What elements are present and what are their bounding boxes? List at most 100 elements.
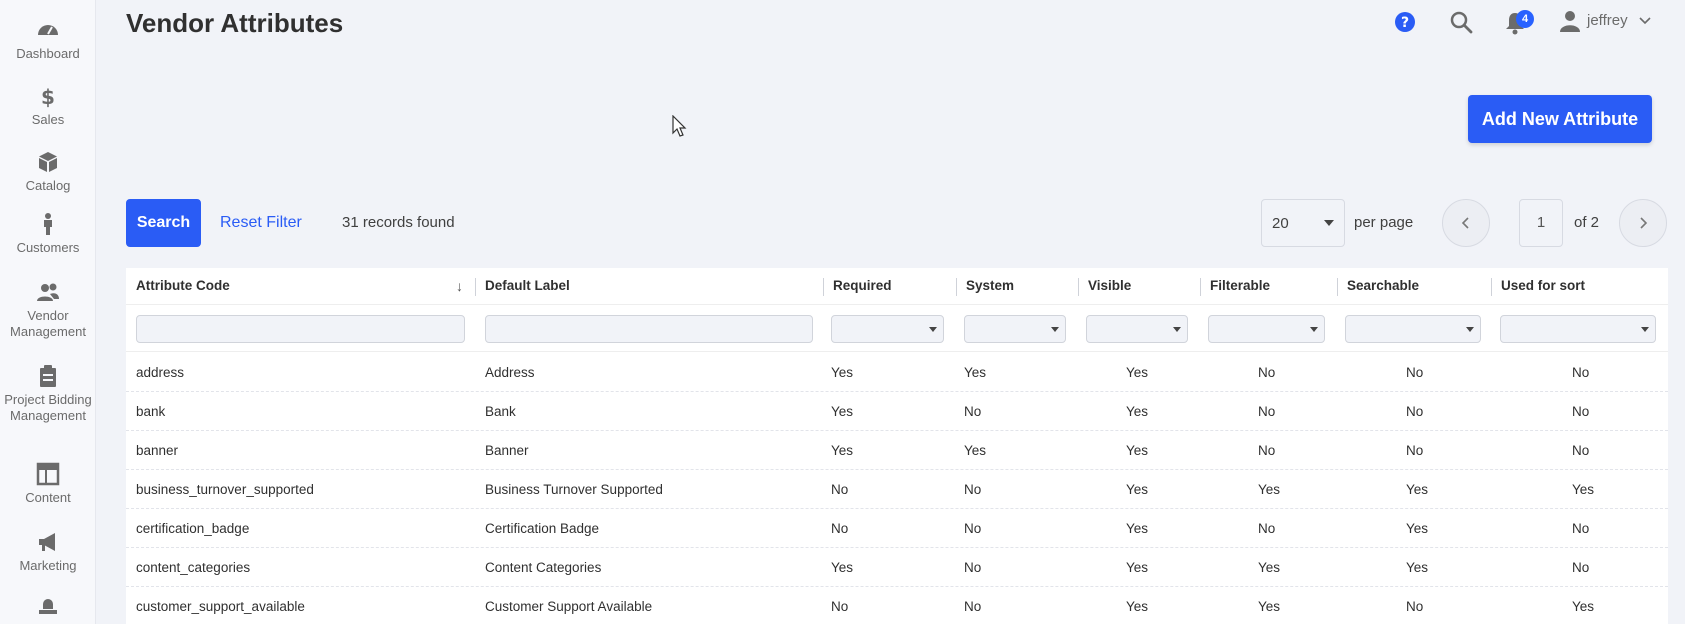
sidebar-item-label: Sales bbox=[31, 112, 65, 127]
cell-required: Yes bbox=[831, 560, 854, 575]
cell-searchable: No bbox=[1406, 365, 1424, 380]
mouse-cursor-icon bbox=[672, 115, 687, 137]
cell-required: No bbox=[831, 482, 849, 497]
filter-default-label-input[interactable] bbox=[485, 315, 813, 343]
column-header-system[interactable]: System bbox=[956, 268, 1014, 304]
table-row[interactable]: content_categories Content Categories Ye… bbox=[126, 548, 1668, 587]
search-button[interactable]: Search bbox=[126, 199, 201, 247]
clipboard-icon bbox=[40, 365, 56, 387]
cell-attribute-code: bank bbox=[136, 404, 166, 419]
table-row[interactable]: business_turnover_supported Business Tur… bbox=[126, 470, 1668, 509]
caret-down-icon bbox=[1051, 327, 1059, 332]
table-row[interactable]: customer_support_available Customer Supp… bbox=[126, 587, 1668, 624]
cell-required: Yes bbox=[831, 365, 854, 380]
table-row[interactable]: bank Bank Yes No Yes No No No bbox=[126, 392, 1668, 431]
cell-searchable: Yes bbox=[1406, 482, 1429, 497]
sidebar-item-content[interactable]: Content bbox=[0, 462, 96, 506]
column-header-filterable[interactable]: Filterable bbox=[1200, 268, 1270, 304]
cell-default-label: Content Categories bbox=[485, 560, 602, 575]
filter-attribute-code-input[interactable] bbox=[136, 315, 465, 343]
svg-text:$: $ bbox=[41, 85, 55, 108]
column-header-default-label[interactable]: Default Label bbox=[475, 268, 570, 304]
cell-attribute-code: banner bbox=[136, 443, 179, 458]
user-name[interactable]: jeffrey bbox=[1587, 12, 1628, 29]
search-icon[interactable] bbox=[1449, 10, 1473, 34]
page-title: Vendor Attributes bbox=[126, 8, 344, 38]
sidebar-item-catalog[interactable]: Catalog bbox=[0, 150, 96, 194]
per-page-select[interactable]: 20 bbox=[1261, 199, 1345, 247]
cell-default-label: Address bbox=[485, 365, 535, 380]
prev-page-button[interactable] bbox=[1442, 199, 1490, 247]
sidebar-item-project-bidding-management[interactable]: Project Bidding Management bbox=[0, 364, 96, 424]
cell-filterable: Yes bbox=[1258, 560, 1281, 575]
add-new-attribute-button[interactable]: Add New Attribute bbox=[1468, 95, 1652, 143]
sidebar: Dashboard $ Sales Catalog Customers Vend… bbox=[0, 0, 96, 624]
cell-default-label: Certification Badge bbox=[485, 521, 600, 536]
caret-down-icon bbox=[1310, 327, 1318, 332]
cell-system: No bbox=[964, 599, 982, 614]
table-row[interactable]: certification_badge Certification Badge … bbox=[126, 509, 1668, 548]
reset-filter-link[interactable]: Reset Filter bbox=[220, 214, 302, 232]
cell-visible: Yes bbox=[1126, 443, 1149, 458]
caret-down-icon bbox=[929, 327, 937, 332]
chevron-down-icon[interactable] bbox=[1638, 14, 1652, 28]
filter-filterable-select[interactable] bbox=[1208, 315, 1325, 343]
users-icon bbox=[37, 283, 59, 301]
cell-visible: Yes bbox=[1126, 404, 1149, 419]
cell-filterable: No bbox=[1258, 365, 1276, 380]
cell-system: No bbox=[964, 404, 982, 419]
cell-attribute-code: content_categories bbox=[136, 560, 251, 575]
filter-required-select[interactable] bbox=[831, 315, 944, 343]
cell-used-for-sort: Yes bbox=[1572, 482, 1595, 497]
column-header-visible[interactable]: Visible bbox=[1078, 268, 1131, 304]
dashboard-icon bbox=[38, 25, 58, 35]
cell-visible: Yes bbox=[1126, 482, 1149, 497]
cell-used-for-sort: Yes bbox=[1572, 599, 1595, 614]
sidebar-item-label: Customers bbox=[16, 240, 80, 255]
sidebar-item-vendor-management[interactable]: Vendor Management bbox=[0, 280, 96, 340]
next-page-button[interactable] bbox=[1619, 199, 1667, 247]
cell-used-for-sort: No bbox=[1572, 560, 1590, 575]
column-header-used-for-sort[interactable]: Used for sort bbox=[1491, 268, 1585, 304]
filter-system-select[interactable] bbox=[964, 315, 1066, 343]
cell-required: No bbox=[831, 521, 849, 536]
sidebar-item-stores[interactable] bbox=[0, 596, 96, 624]
cell-attribute-code: customer_support_available bbox=[136, 599, 305, 614]
table-row[interactable]: address Address Yes Yes Yes No No No bbox=[126, 353, 1668, 392]
cell-default-label: Banner bbox=[485, 443, 529, 458]
cell-system: No bbox=[964, 521, 982, 536]
cell-filterable: Yes bbox=[1258, 599, 1281, 614]
filter-visible-select[interactable] bbox=[1086, 315, 1188, 343]
table-row[interactable]: banner Banner Yes Yes Yes No No No bbox=[126, 431, 1668, 470]
cell-system: Yes bbox=[964, 365, 987, 380]
column-header-attribute-code[interactable]: Attribute Code bbox=[126, 268, 230, 304]
box-icon bbox=[39, 152, 57, 172]
page-number-input[interactable]: 1 bbox=[1519, 199, 1563, 247]
sidebar-item-marketing[interactable]: Marketing bbox=[0, 530, 96, 574]
cell-visible: Yes bbox=[1126, 521, 1149, 536]
user-icon[interactable] bbox=[1558, 9, 1582, 33]
dollar-icon: $ bbox=[41, 85, 55, 108]
cell-default-label: Bank bbox=[485, 404, 516, 419]
filter-used-for-sort-select[interactable] bbox=[1500, 315, 1656, 343]
person-icon bbox=[44, 213, 52, 235]
column-header-required[interactable]: Required bbox=[823, 268, 892, 304]
sidebar-item-label: Catalog bbox=[25, 178, 71, 193]
help-icon[interactable]: ? bbox=[1393, 10, 1417, 34]
sort-desc-icon[interactable]: ↓ bbox=[456, 268, 463, 304]
chevron-right-icon bbox=[1640, 217, 1648, 229]
per-page-label: per page bbox=[1354, 214, 1414, 231]
filter-searchable-select[interactable] bbox=[1345, 315, 1481, 343]
cell-default-label: Customer Support Available bbox=[485, 599, 653, 614]
cell-searchable: No bbox=[1406, 404, 1424, 419]
caret-down-icon bbox=[1173, 327, 1181, 332]
sidebar-item-label: Dashboard bbox=[16, 46, 80, 61]
column-header-searchable[interactable]: Searchable bbox=[1337, 268, 1419, 304]
sidebar-item-label: Project Bidding Management bbox=[4, 392, 92, 423]
cell-required: No bbox=[831, 599, 849, 614]
caret-down-icon bbox=[1324, 220, 1334, 226]
sidebar-item-sales[interactable]: $ Sales bbox=[0, 84, 96, 128]
sidebar-item-customers[interactable]: Customers bbox=[0, 212, 96, 256]
sidebar-item-dashboard[interactable]: Dashboard bbox=[0, 18, 96, 62]
svg-text:?: ? bbox=[1401, 15, 1409, 31]
